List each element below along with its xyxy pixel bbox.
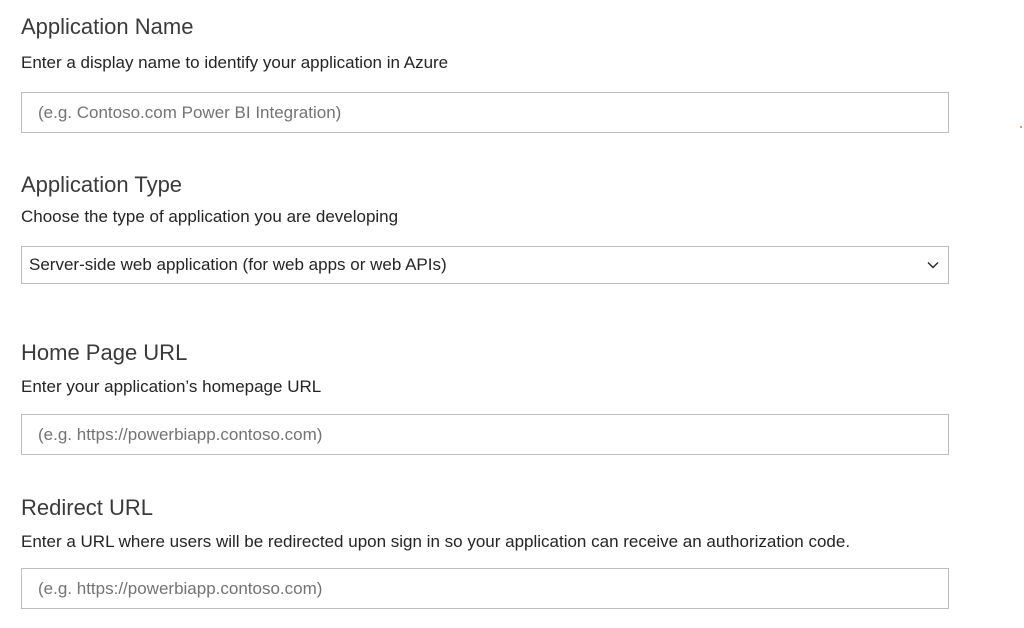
app-type-description: Choose the type of application you are d… [21, 207, 399, 226]
app-name-description: Enter a display name to identify your ap… [21, 53, 449, 72]
redirect-url-description: Enter a URL where users will be redirect… [21, 532, 851, 551]
home-page-url-input[interactable] [21, 414, 949, 455]
app-type-select[interactable]: Server-side web application (for web app… [21, 246, 949, 284]
edge-artifact [1020, 126, 1022, 128]
chevron-down-icon [926, 258, 940, 272]
app-type-selected-value: Server-side web application (for web app… [29, 255, 447, 274]
app-name-section: Application Name Enter a display name to… [21, 13, 949, 133]
app-name-input[interactable] [21, 92, 949, 133]
app-type-heading: Application Type [21, 172, 183, 197]
redirect-url-input[interactable] [21, 568, 949, 609]
app-registration-form: Application Name Enter a display name to… [0, 0, 1024, 628]
redirect-url-section: Redirect URL Enter a URL where users wil… [21, 494, 949, 609]
app-name-heading: Application Name [21, 14, 194, 39]
redirect-url-heading: Redirect URL [21, 495, 154, 520]
app-type-section: Application Type Choose the type of appl… [21, 171, 949, 284]
home-page-url-description: Enter your application’s homepage URL [21, 377, 322, 396]
home-page-url-section: Home Page URL Enter your application’s h… [21, 339, 949, 455]
home-page-url-heading: Home Page URL [21, 340, 188, 365]
